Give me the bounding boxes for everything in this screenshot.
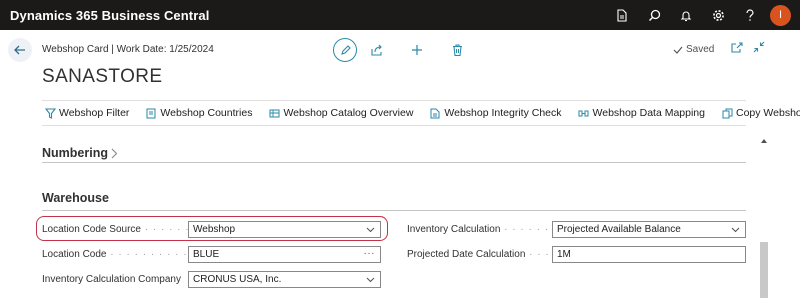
section-divider	[42, 210, 746, 211]
action-label: Copy Webshop	[736, 107, 800, 119]
action-label: Webshop Data Mapping	[592, 107, 705, 119]
lookup-ellipsis-icon[interactable]: ···	[364, 248, 376, 259]
edit-button[interactable]	[333, 38, 357, 62]
action-webshop-countries[interactable]: Webshop Countries	[145, 107, 252, 119]
field-label: Location Code Source · · · · · · · · · ·…	[42, 224, 188, 235]
action-label: Webshop Filter	[59, 107, 130, 119]
document-icon[interactable]	[606, 0, 638, 30]
chevron-right-icon	[111, 148, 118, 158]
action-webshop-filter[interactable]: Webshop Filter	[44, 107, 129, 119]
action-webshop-catalog-overview[interactable]: Webshop Catalog Overview	[268, 107, 413, 119]
inventory-calculation-company-select[interactable]: CRONUS USA, Inc.	[188, 271, 381, 288]
saved-status: Saved	[673, 44, 714, 55]
bell-icon[interactable]	[670, 0, 702, 30]
catalog-icon	[268, 107, 280, 119]
field-label: Projected Date Calculation · · · ·	[407, 249, 552, 260]
filter-icon	[44, 107, 56, 119]
breadcrumb: Webshop Card | Work Date: 1/25/2024	[42, 44, 214, 55]
section-title: Numbering	[42, 146, 108, 160]
field-label: Inventory Calculation · · · · · · · · · …	[407, 224, 552, 235]
action-bar: Webshop Filter Webshop Countries Webshop…	[42, 100, 800, 126]
gear-icon[interactable]	[702, 0, 734, 30]
action-label: Webshop Countries	[160, 107, 253, 119]
field-projected-date-calculation: Projected Date Calculation · · · · 1M	[407, 246, 746, 263]
countries-icon	[145, 107, 157, 119]
document-check-icon	[429, 107, 441, 119]
delete-button[interactable]	[437, 38, 477, 62]
back-button[interactable]	[8, 38, 32, 62]
search-icon[interactable]	[638, 0, 670, 30]
scroll-thumb[interactable]	[760, 242, 768, 298]
collapse-icon	[753, 41, 765, 53]
location-code-source-select[interactable]: Webshop	[188, 221, 381, 238]
chevron-down-icon	[731, 227, 740, 233]
plus-icon	[412, 45, 422, 55]
trash-icon	[452, 44, 462, 56]
top-bar: Dynamics 365 Business Central I	[0, 0, 800, 30]
field-location-code: Location Code · · · · · · · · · · · · · …	[42, 246, 381, 263]
field-inventory-calculation-company: Inventory Calculation Company CRONUS USA…	[42, 271, 381, 288]
avatar[interactable]: I	[770, 4, 791, 26]
pencil-icon	[340, 44, 351, 55]
projected-date-calculation-input[interactable]: 1M	[552, 246, 746, 263]
action-webshop-data-mapping[interactable]: Webshop Data Mapping	[578, 107, 705, 119]
inventory-calculation-select[interactable]: Projected Available Balance	[552, 221, 746, 238]
record-actions	[333, 38, 477, 62]
open-new-window-button[interactable]	[730, 40, 744, 54]
top-icons: I	[606, 0, 800, 30]
section-warehouse[interactable]: Warehouse	[42, 191, 109, 205]
field-label: Inventory Calculation Company	[42, 274, 181, 285]
location-code-input[interactable]: BLUE ···	[188, 246, 381, 263]
back-arrow-icon	[14, 45, 25, 55]
saved-label: Saved	[686, 44, 715, 55]
chevron-down-icon	[366, 277, 375, 283]
field-location-code-source: Location Code Source · · · · · · · · · ·…	[42, 221, 381, 238]
share-icon	[371, 44, 382, 56]
chevron-down-icon	[366, 227, 375, 233]
help-icon[interactable]	[734, 0, 766, 30]
app-title: Dynamics 365 Business Central	[10, 7, 210, 23]
page-title: SANASTORE	[42, 66, 163, 87]
section-divider	[42, 162, 746, 163]
new-button[interactable]	[397, 38, 437, 62]
action-label: Webshop Integrity Check	[444, 107, 562, 119]
checkmark-icon	[673, 46, 683, 54]
action-copy-webshop[interactable]: Copy Webshop	[721, 107, 800, 119]
window-controls	[730, 40, 766, 54]
open-new-window-icon	[731, 41, 743, 53]
field-inventory-calculation: Inventory Calculation · · · · · · · · · …	[407, 221, 746, 238]
action-label: Webshop Catalog Overview	[283, 107, 414, 119]
collapse-button[interactable]	[752, 40, 766, 54]
share-button[interactable]	[357, 38, 397, 62]
field-label: Location Code · · · · · · · · · · · · · …	[42, 249, 188, 260]
action-webshop-integrity-check[interactable]: Webshop Integrity Check	[429, 107, 562, 119]
scrollbar[interactable]	[758, 126, 770, 298]
data-mapping-icon	[578, 107, 590, 119]
section-numbering[interactable]: Numbering	[42, 146, 118, 160]
scroll-up-icon[interactable]	[761, 130, 767, 148]
copy-icon	[721, 107, 733, 119]
